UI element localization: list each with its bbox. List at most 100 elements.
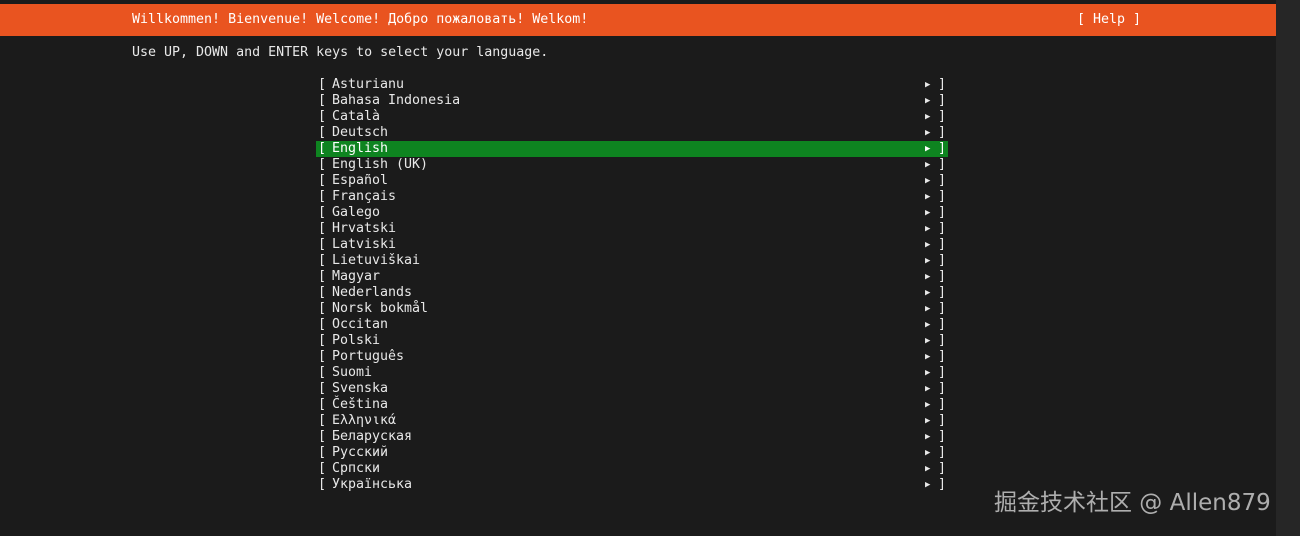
arrow-right-icon: ▶ — [925, 224, 931, 234]
language-item-occitan[interactable]: [ Occitan ▶ ] — [316, 317, 948, 333]
language-item-polski[interactable]: [ Polski ▶ ] — [316, 333, 948, 349]
bracket-open: [ — [318, 109, 327, 124]
arrow-right-icon: ▶ — [925, 208, 931, 218]
language-item-serbian[interactable]: [ Српски ▶ ] — [316, 461, 948, 477]
bracket-open: [ — [318, 301, 327, 316]
bracket-close: ] — [938, 253, 947, 268]
arrow-right-icon: ▶ — [925, 192, 931, 202]
arrow-right-icon: ▶ — [925, 128, 931, 138]
language-item-francais[interactable]: [ Français ▶ ] — [316, 189, 948, 205]
language-label: Deutsch — [332, 125, 389, 140]
language-label: Latviski — [332, 237, 397, 252]
bracket-close: ] — [938, 237, 947, 252]
language-label: Русский — [332, 445, 389, 460]
language-label: English (UK) — [332, 157, 429, 172]
bracket-close: ] — [938, 429, 947, 444]
language-item-suomi[interactable]: [ Suomi ▶ ] — [316, 365, 948, 381]
language-label: Nederlands — [332, 285, 413, 300]
bracket-close: ] — [938, 317, 947, 332]
language-item-bahasa-indonesia[interactable]: [ Bahasa Indonesia ▶ ] — [316, 93, 948, 109]
arrow-right-icon: ▶ — [925, 304, 931, 314]
bracket-close: ] — [938, 221, 947, 236]
language-item-galego[interactable]: [ Galego ▶ ] — [316, 205, 948, 221]
arrow-right-icon: ▶ — [925, 176, 931, 186]
bracket-close: ] — [938, 173, 947, 188]
bracket-open: [ — [318, 77, 327, 92]
arrow-right-icon: ▶ — [925, 416, 931, 426]
language-item-hrvatski[interactable]: [ Hrvatski ▶ ] — [316, 221, 948, 237]
arrow-right-icon: ▶ — [925, 480, 931, 490]
language-list: [ Asturianu ▶ ] [ Bahasa Indonesia ▶ ] [… — [316, 77, 948, 493]
language-label: Svenska — [332, 381, 389, 396]
bracket-open: [ — [318, 93, 327, 108]
arrow-right-icon: ▶ — [925, 448, 931, 458]
help-button[interactable]: [ Help ] — [1077, 4, 1141, 36]
language-item-catala[interactable]: [ Català ▶ ] — [316, 109, 948, 125]
arrow-right-icon: ▶ — [925, 336, 931, 346]
language-item-lietuviskai[interactable]: [ Lietuviškai ▶ ] — [316, 253, 948, 269]
bracket-close: ] — [938, 157, 947, 172]
language-item-ukrainian[interactable]: [ Українська ▶ ] — [316, 477, 948, 493]
arrow-right-icon: ▶ — [925, 272, 931, 282]
bracket-close: ] — [938, 141, 947, 156]
bracket-close: ] — [938, 365, 947, 380]
bracket-close: ] — [938, 413, 947, 428]
bracket-close: ] — [938, 349, 947, 364]
watermark-text: 掘金技术社区 @ Allen879 — [994, 490, 1271, 516]
language-item-magyar[interactable]: [ Magyar ▶ ] — [316, 269, 948, 285]
language-item-belarusian[interactable]: [ Беларуская ▶ ] — [316, 429, 948, 445]
language-item-espanol[interactable]: [ Español ▶ ] — [316, 173, 948, 189]
language-item-russian[interactable]: [ Русский ▶ ] — [316, 445, 948, 461]
bracket-close: ] — [938, 125, 947, 140]
language-label: Asturianu — [332, 77, 405, 92]
arrow-right-icon: ▶ — [925, 352, 931, 362]
language-label: Magyar — [332, 269, 381, 284]
language-label: Español — [332, 173, 389, 188]
bracket-close: ] — [938, 397, 947, 412]
language-item-portugues[interactable]: [ Português ▶ ] — [316, 349, 948, 365]
language-item-ellinika[interactable]: [ Ελληνικά ▶ ] — [316, 413, 948, 429]
language-label: Polski — [332, 333, 381, 348]
bracket-open: [ — [318, 349, 327, 364]
language-label: Lietuviškai — [332, 253, 421, 268]
bracket-close: ] — [938, 285, 947, 300]
arrow-right-icon: ▶ — [925, 80, 931, 90]
language-label: Català — [332, 109, 381, 124]
bracket-open: [ — [318, 381, 327, 396]
bracket-open: [ — [318, 237, 327, 252]
language-item-english-selected[interactable]: [ English ▶ ] — [316, 141, 948, 157]
bracket-open: [ — [318, 285, 327, 300]
bracket-close: ] — [938, 477, 947, 492]
welcome-title: Willkommen! Bienvenue! Welcome! Добро по… — [132, 12, 589, 27]
arrow-right-icon: ▶ — [925, 256, 931, 266]
bracket-open: [ — [318, 365, 327, 380]
language-label: Беларуская — [332, 429, 413, 444]
arrow-right-icon: ▶ — [925, 464, 931, 474]
bracket-open: [ — [318, 173, 327, 188]
language-label: Hrvatski — [332, 221, 397, 236]
language-label: Српски — [332, 461, 381, 476]
language-item-latviski[interactable]: [ Latviski ▶ ] — [316, 237, 948, 253]
arrow-right-icon: ▶ — [925, 368, 931, 378]
arrow-right-icon: ▶ — [925, 96, 931, 106]
arrow-right-icon: ▶ — [925, 160, 931, 170]
bracket-open: [ — [318, 397, 327, 412]
arrow-right-icon: ▶ — [925, 384, 931, 394]
language-item-nederlands[interactable]: [ Nederlands ▶ ] — [316, 285, 948, 301]
bracket-open: [ — [318, 269, 327, 284]
bracket-close: ] — [938, 205, 947, 220]
bracket-close: ] — [938, 461, 947, 476]
language-item-deutsch[interactable]: [ Deutsch ▶ ] — [316, 125, 948, 141]
bracket-open: [ — [318, 445, 327, 460]
language-item-norsk-bokmal[interactable]: [ Norsk bokmål ▶ ] — [316, 301, 948, 317]
bracket-open: [ — [318, 157, 327, 172]
bracket-close: ] — [938, 189, 947, 204]
language-item-english-uk[interactable]: [ English (UK) ▶ ] — [316, 157, 948, 173]
bracket-open: [ — [318, 461, 327, 476]
instructions-text: Use UP, DOWN and ENTER keys to select yo… — [132, 45, 549, 60]
language-item-svenska[interactable]: [ Svenska ▶ ] — [316, 381, 948, 397]
screen-edge-strip — [1276, 0, 1300, 536]
bracket-open: [ — [318, 477, 327, 492]
language-item-asturianu[interactable]: [ Asturianu ▶ ] — [316, 77, 948, 93]
language-item-cestina[interactable]: [ Čeština ▶ ] — [316, 397, 948, 413]
